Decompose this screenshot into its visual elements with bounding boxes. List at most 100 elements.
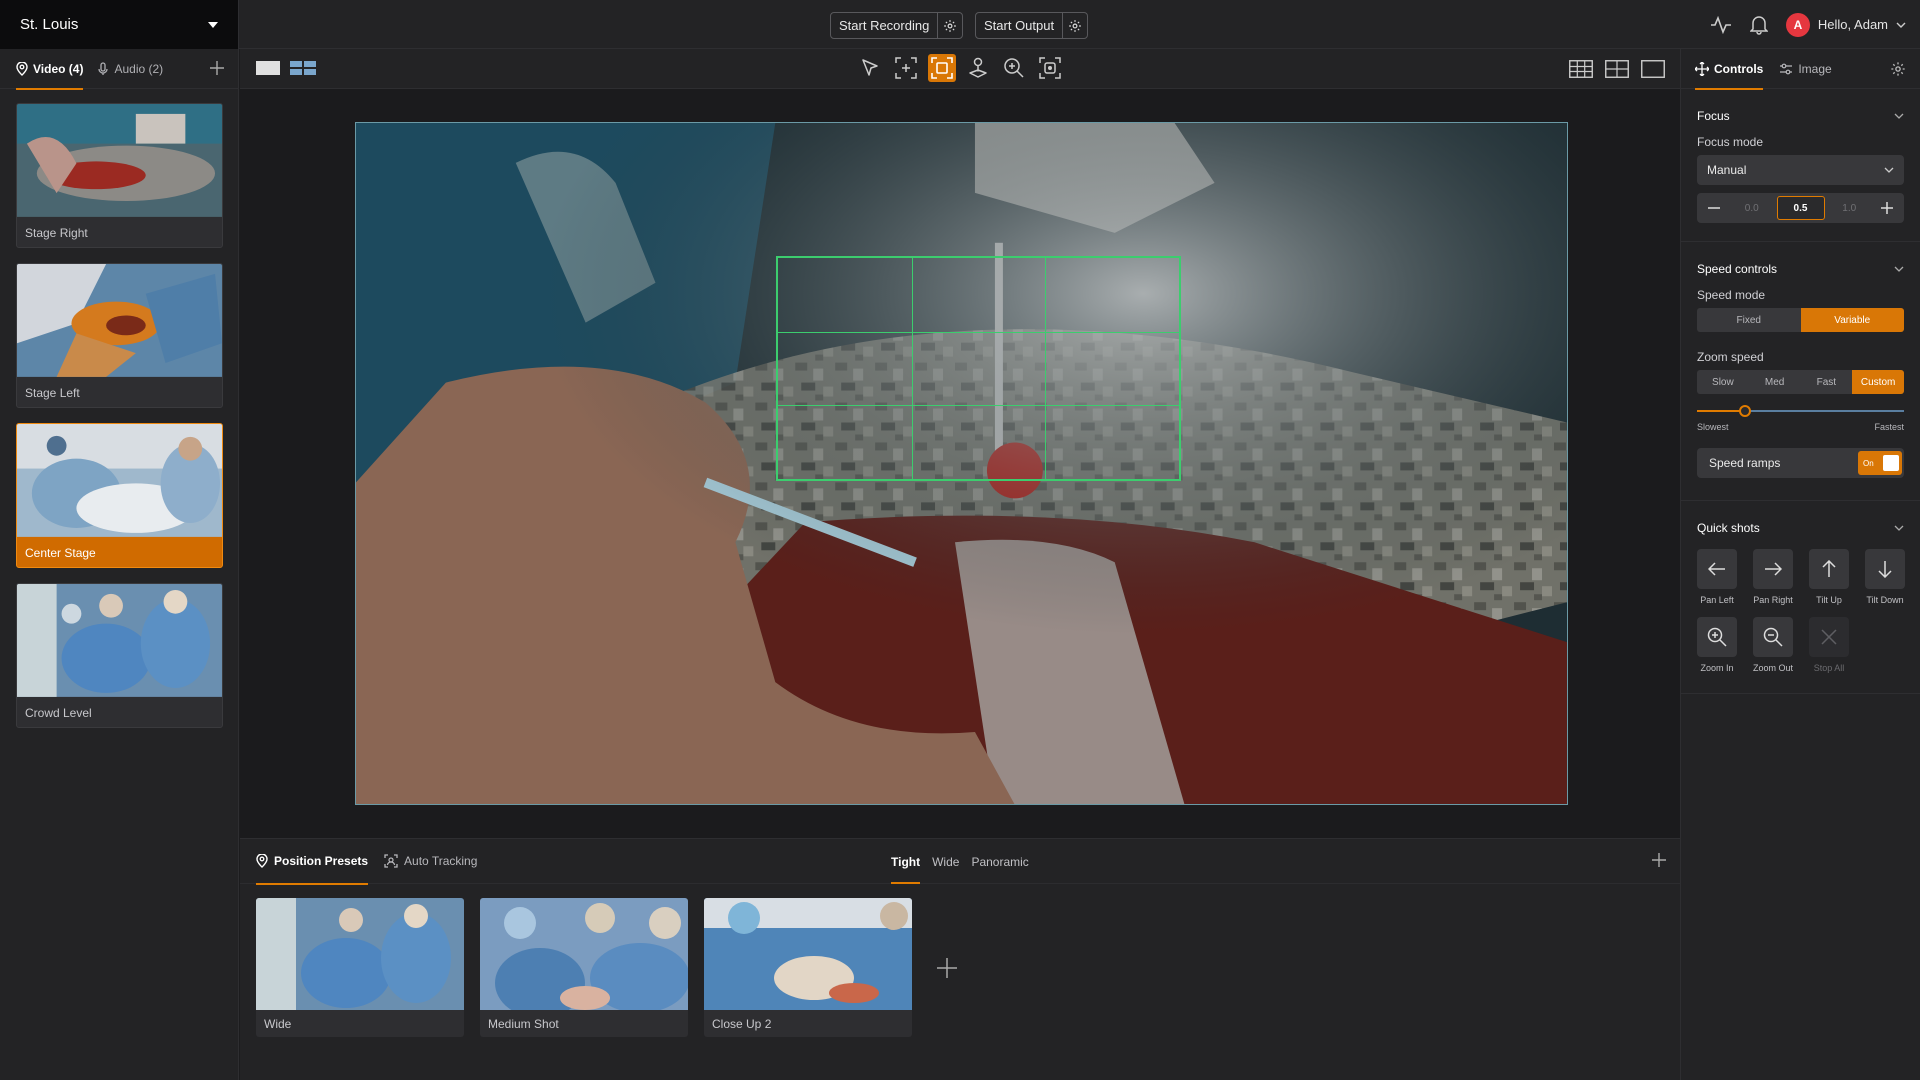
panel-settings-button[interactable] (1890, 61, 1906, 77)
surgery-image-icon (17, 424, 222, 537)
surgery-image-icon (256, 898, 464, 1010)
speed-mode-variable[interactable]: Variable (1800, 308, 1904, 332)
focus-value-input[interactable]: 0.5 (1776, 196, 1825, 220)
user-area: A Hello, Adam (1710, 0, 1906, 49)
quick-shot-button[interactable] (1753, 549, 1793, 589)
quick-shot-button[interactable] (1809, 617, 1849, 657)
quick-shot-zoom-out[interactable]: Zoom Out (1753, 617, 1793, 673)
quick-shot-button[interactable] (1809, 549, 1849, 589)
tab-video[interactable]: Video (4) (16, 49, 84, 90)
zoom-speed-slow[interactable]: Slow (1697, 370, 1749, 394)
speed-header[interactable]: Speed controls (1697, 262, 1904, 276)
camera-thumbnail (17, 264, 222, 378)
add-preset-button[interactable] (928, 949, 966, 987)
focus-target-tool-button[interactable] (1036, 54, 1064, 82)
grid-line (1045, 258, 1047, 479)
single-layout-button[interactable] (256, 60, 280, 76)
quick-shots-header[interactable]: Quick shots (1697, 521, 1904, 535)
frame-select-tool-button[interactable] (928, 54, 956, 82)
slider-handle[interactable] (1738, 405, 1751, 417)
quick-shot-button[interactable] (1865, 549, 1905, 589)
camera-card-stage-right[interactable]: Stage Right (16, 103, 223, 248)
tab-auto-tracking[interactable]: Auto Tracking (384, 839, 477, 884)
sliders-icon (1780, 63, 1793, 74)
zoom-speed-med[interactable]: Med (1749, 370, 1801, 394)
preset-card-wide[interactable]: Wide (256, 898, 464, 1037)
pointer-tool-button[interactable] (856, 54, 884, 82)
add-preset-group-button[interactable] (1652, 853, 1666, 867)
focus-increase-button[interactable] (1874, 196, 1900, 220)
camera-card-stage-left[interactable]: Stage Left (16, 263, 223, 408)
focus-decrease-button[interactable] (1701, 196, 1727, 220)
tab-controls[interactable]: Controls (1695, 49, 1764, 90)
notifications-button[interactable] (1749, 15, 1768, 35)
user-greeting: Hello, Adam (1817, 17, 1888, 32)
activity-button[interactable] (1710, 15, 1732, 34)
quick-shot-stop-all[interactable]: Stop All (1809, 617, 1849, 673)
grid-2x2-view-button[interactable] (1605, 60, 1629, 78)
zoom-speed-fast[interactable]: Fast (1801, 370, 1853, 394)
bell-icon (1749, 15, 1768, 35)
presets-panel: Position Presets Auto Tracking Tight Wid… (240, 838, 1680, 1080)
source-tabs: Video (4) Audio (2) (0, 49, 238, 90)
user-menu[interactable]: A Hello, Adam (1785, 12, 1906, 37)
location-selector[interactable]: St. Louis (0, 0, 239, 49)
quick-shot-button[interactable] (1697, 549, 1737, 589)
single-view-button[interactable] (1641, 60, 1665, 78)
filter-wide[interactable]: Wide (932, 839, 959, 884)
filter-tight[interactable]: Tight (891, 839, 921, 884)
quick-shot-button[interactable] (1697, 617, 1737, 657)
filter-panoramic[interactable]: Panoramic (971, 839, 1028, 884)
focus-stepper: 0.0 0.5 1.0 (1697, 193, 1904, 223)
surgery-image-icon (17, 104, 222, 217)
grid-line (778, 405, 1179, 407)
speed-ramps-toggle[interactable]: On (1858, 451, 1902, 475)
start-recording-button[interactable]: Start Recording (831, 13, 939, 38)
tab-position-presets[interactable]: Position Presets (256, 839, 369, 885)
recording-settings-button[interactable] (938, 13, 962, 38)
preset-label: Wide (264, 1016, 292, 1031)
output-settings-button[interactable] (1063, 13, 1087, 38)
start-output-button[interactable]: Start Output (976, 13, 1064, 38)
preset-list: Wide Medium Shot Close Up 2 (256, 898, 966, 1037)
focus-mode-select[interactable]: Manual (1697, 155, 1904, 185)
zoom-speed-custom[interactable]: Custom (1852, 370, 1904, 394)
framing-grid[interactable] (776, 256, 1181, 481)
speed-mode-fixed[interactable]: Fixed (1697, 308, 1801, 332)
add-source-button[interactable] (210, 61, 224, 75)
quick-shot-tilt-down[interactable]: Tilt Down (1865, 549, 1905, 605)
quick-shot-button[interactable] (1753, 617, 1793, 657)
grid-3x3-view-button[interactable] (1569, 60, 1593, 78)
gear-icon (1891, 62, 1905, 76)
gear-icon (1069, 19, 1081, 32)
zoom-tool-button[interactable] (1000, 54, 1028, 82)
speed-section: Speed controls Speed mode Fixed Variable… (1681, 242, 1920, 501)
joystick-icon (969, 57, 987, 78)
camera-feed[interactable] (355, 122, 1568, 805)
camera-card-crowd-level[interactable]: Crowd Level (16, 583, 223, 728)
minus-icon (1708, 207, 1720, 209)
joystick-tool-button[interactable] (964, 54, 992, 82)
add-frame-tool-button[interactable] (892, 54, 920, 82)
quick-shot-label: Tilt Up (1816, 595, 1842, 605)
tab-audio[interactable]: Audio (2) (97, 49, 163, 89)
quick-shot-label: Pan Right (1753, 595, 1793, 605)
tab-controls-label: Controls (1714, 61, 1764, 76)
camera-card-center-stage[interactable]: Center Stage (16, 423, 223, 568)
preset-label: Medium Shot (488, 1016, 559, 1031)
preset-card-medium-shot[interactable]: Medium Shot (480, 898, 688, 1037)
grid-line (778, 331, 1179, 333)
tab-image[interactable]: Image (1779, 49, 1832, 89)
quick-shot-tilt-up[interactable]: Tilt Up (1809, 549, 1849, 605)
quick-shot-pan-left[interactable]: Pan Left (1697, 549, 1737, 605)
preset-thumbnail (704, 898, 912, 1010)
zoom-speed-slider[interactable] (1697, 404, 1904, 418)
plus-icon (1881, 202, 1893, 214)
focus-max: 1.0 (1842, 202, 1857, 214)
quick-shot-pan-right[interactable]: Pan Right (1753, 549, 1793, 605)
focus-header[interactable]: Focus (1697, 109, 1904, 123)
multi-layout-button[interactable] (290, 60, 316, 76)
preset-card-close-up-2[interactable]: Close Up 2 (704, 898, 912, 1037)
quick-shot-zoom-in[interactable]: Zoom In (1697, 617, 1737, 673)
tab-image-label: Image (1798, 61, 1832, 76)
